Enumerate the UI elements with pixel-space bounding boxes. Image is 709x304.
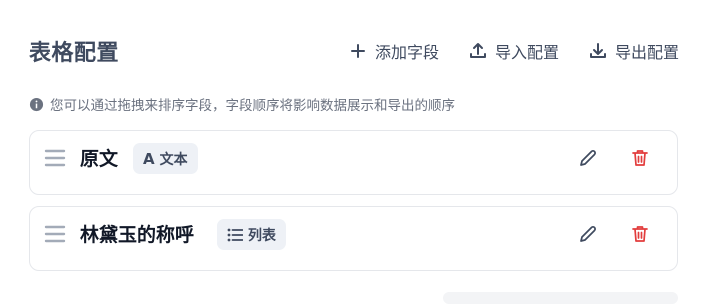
add-field-button[interactable]: 添加字段 (349, 39, 439, 63)
config-header: 表格配置 添加字段 导入配置 导出配置 (29, 34, 679, 68)
edit-icon[interactable] (578, 224, 598, 244)
import-config-label: 导入配置 (494, 43, 559, 62)
field-card: 原文 A 文本 (29, 130, 678, 195)
info-icon (29, 97, 44, 111)
upload-icon (469, 43, 486, 58)
drag-hint: 您可以通过拖拽来排序字段，字段顺序将影响数据展示和导出的顺序 (29, 94, 455, 114)
list-icon (227, 228, 243, 241)
download-icon (589, 43, 606, 58)
footer-button-stub[interactable] (443, 292, 678, 304)
field-type-label: 列表 (248, 227, 276, 244)
page-title: 表格配置 (29, 41, 120, 66)
field-type-badge: A 文本 (133, 143, 198, 174)
export-config-button[interactable]: 导出配置 (589, 39, 679, 63)
add-field-label: 添加字段 (374, 43, 439, 62)
header-actions: 添加字段 导入配置 导出配置 (349, 39, 679, 63)
import-config-button[interactable]: 导入配置 (469, 39, 559, 63)
text-type-icon: A (143, 149, 155, 168)
drag-handle-icon[interactable] (44, 224, 66, 244)
field-type-badge: 列表 (217, 219, 286, 250)
delete-icon[interactable] (630, 148, 650, 168)
export-config-label: 导出配置 (614, 43, 679, 62)
field-name: 原文 (80, 148, 119, 170)
hint-text: 您可以通过拖拽来排序字段，字段顺序将影响数据展示和导出的顺序 (50, 98, 455, 114)
field-type-label: 文本 (159, 151, 188, 168)
plus-icon (350, 44, 365, 58)
delete-icon[interactable] (630, 224, 650, 244)
field-name: 林黛玉的称呼 (80, 224, 195, 246)
edit-icon[interactable] (578, 148, 598, 168)
field-card: 林黛玉的称呼 列表 (29, 206, 678, 271)
drag-handle-icon[interactable] (44, 148, 66, 168)
